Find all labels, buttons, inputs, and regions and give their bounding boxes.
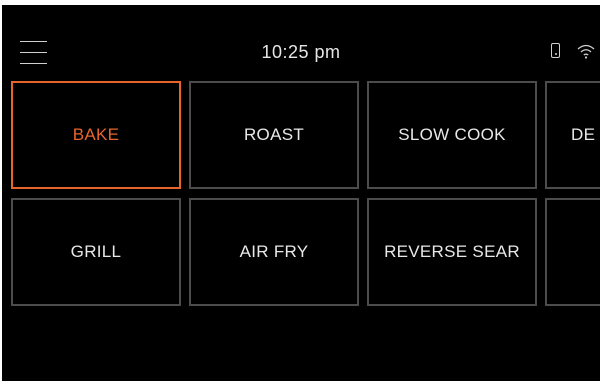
mode-tile-label: BAKE bbox=[72, 125, 120, 144]
clock-time: 10:25 pm bbox=[261, 42, 341, 62]
mode-tile-label: DE bbox=[571, 125, 596, 144]
phone-icon bbox=[551, 43, 560, 58]
mode-tile-partial-de[interactable]: DE bbox=[545, 81, 600, 189]
mode-tile-slow-cook[interactable]: SLOW COOK bbox=[367, 81, 537, 189]
mode-tile-label: REVERSE SEAR bbox=[384, 242, 520, 261]
mode-tile-label: GRILL bbox=[70, 242, 122, 261]
mode-tile-label: SLOW COOK bbox=[398, 125, 506, 144]
mode-tile-reverse-sear[interactable]: REVERSE SEAR bbox=[367, 198, 537, 306]
oven-display-screen: 10:25 pm BAKE ROAST SLOW COOK DE GRILL A… bbox=[2, 5, 600, 381]
mode-tile-label: ROAST bbox=[243, 125, 305, 144]
mode-tile-grill[interactable]: GRILL bbox=[11, 198, 181, 306]
wifi-icon bbox=[577, 44, 595, 59]
mode-tile-bake[interactable]: BAKE bbox=[11, 81, 181, 189]
mode-tile-roast[interactable]: ROAST bbox=[189, 81, 359, 189]
mode-tile-air-fry[interactable]: AIR FRY bbox=[189, 198, 359, 306]
mode-tile-label: AIR FRY bbox=[239, 242, 309, 261]
mode-tile-partial-empty[interactable] bbox=[545, 198, 600, 306]
